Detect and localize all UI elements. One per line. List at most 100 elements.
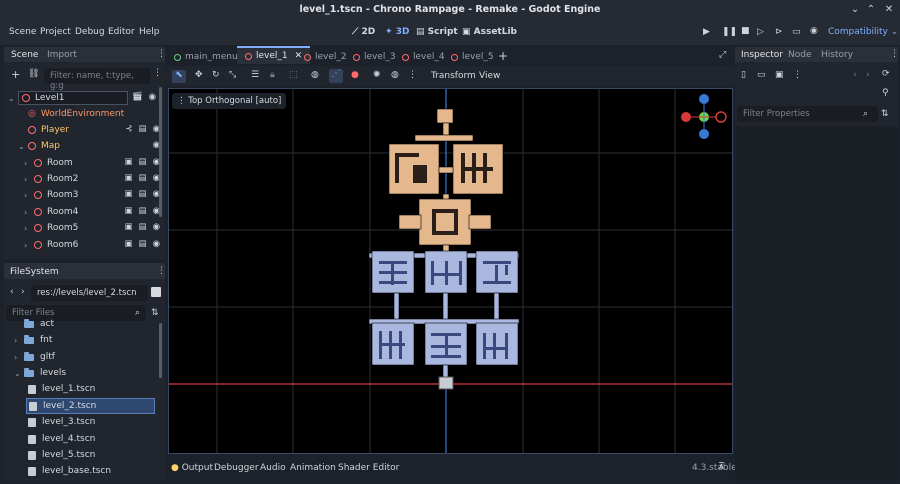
add-tab-icon[interactable]: + xyxy=(498,49,508,63)
folder-act[interactable]: act xyxy=(14,316,155,332)
clapper-icon[interactable]: ▣ xyxy=(125,222,133,232)
maximize-icon[interactable]: ⌃ xyxy=(864,3,878,17)
stop-icon[interactable]: ■ xyxy=(741,26,750,36)
workspace-script[interactable]: ▤ Script xyxy=(416,27,458,37)
3d-viewport[interactable]: ⋮ Top Orthogonal [auto] xyxy=(168,88,733,454)
select-tool-icon[interactable]: ⬉ xyxy=(172,70,186,83)
more-icon[interactable]: ⋮ xyxy=(890,49,899,59)
more-icon[interactable]: ⋮ xyxy=(157,49,166,59)
forward-icon[interactable]: › xyxy=(21,287,25,297)
remote-debug-icon[interactable]: ◉ xyxy=(810,26,818,36)
tab-level-4[interactable]: level_4 xyxy=(402,50,445,64)
object-properties-icon[interactable]: ⚲ xyxy=(882,88,889,98)
chevron-right-icon[interactable]: › xyxy=(24,241,34,250)
link-icon[interactable]: ⛓ xyxy=(28,69,39,79)
script-icon[interactable]: ▤ xyxy=(139,124,147,134)
tab-import[interactable]: Import xyxy=(47,50,77,60)
file-level-4[interactable]: level_4.tscn xyxy=(28,431,155,447)
play-scene-icon[interactable]: ▷ xyxy=(757,27,764,37)
close-icon[interactable]: ✕ xyxy=(295,51,303,61)
rename-field[interactable]: Level1 xyxy=(18,91,128,105)
file-level-3[interactable]: level_3.tscn xyxy=(28,414,155,430)
split-view-icon[interactable] xyxy=(151,287,161,297)
scene-filter-input[interactable]: Filter: name, t:type, g:g xyxy=(44,68,150,91)
lock-icon[interactable]: 🔒︎ xyxy=(270,70,275,80)
bottom-panel-expand-icon[interactable]: ⊼ xyxy=(718,462,725,472)
tab-audio[interactable]: Audio xyxy=(260,463,286,473)
workspace-3d[interactable]: ✦ 3D xyxy=(385,27,409,37)
clapper-icon[interactable]: ▣ xyxy=(125,173,133,183)
file-level-base[interactable]: level_base.tscn xyxy=(28,463,155,479)
workspace-assetlib[interactable]: ▣ AssetLib xyxy=(462,27,517,37)
tab-animation[interactable]: Animation xyxy=(290,463,336,473)
save-resource-icon[interactable]: ▣ xyxy=(775,70,784,80)
chevron-down-icon[interactable]: ⌄ xyxy=(14,369,24,378)
tree-node-room5[interactable]: › Room5 ▣ ▤ ◉ xyxy=(24,220,160,236)
preview-env-icon[interactable]: ✺ xyxy=(373,70,381,80)
menu-debug[interactable]: Debug xyxy=(75,27,105,37)
tab-output[interactable]: ● Output xyxy=(171,463,213,473)
chevron-right-icon[interactable]: › xyxy=(24,191,34,200)
eye-icon[interactable]: ◉ xyxy=(149,92,156,102)
tree-node-room[interactable]: › Room ▣ ▤ ◉ xyxy=(24,155,160,171)
tree-node-room6[interactable]: › Room6 ▣ ▤ ◉ xyxy=(24,237,160,253)
tree-node-room3[interactable]: › Room3 ▣ ▤ ◉ xyxy=(24,187,160,203)
tab-node[interactable]: Node xyxy=(788,50,812,60)
eye-icon[interactable]: ◉ xyxy=(153,222,160,232)
tab-scene[interactable]: Scene xyxy=(11,50,38,60)
folder-gltf[interactable]: › gltf xyxy=(14,349,155,365)
signal-icon[interactable]: ⊰ xyxy=(125,124,132,134)
workspace-2d[interactable]: ⟋ 2D xyxy=(352,27,375,37)
distraction-free-icon[interactable]: ⤢ xyxy=(719,50,726,60)
transform-menu[interactable]: Transform xyxy=(431,71,476,81)
more-icon[interactable]: ⋮ xyxy=(157,266,166,276)
script-icon[interactable]: ▤ xyxy=(139,239,147,249)
scrollbar[interactable] xyxy=(159,87,162,217)
chevron-right-icon[interactable]: › xyxy=(24,159,34,168)
tab-inspector[interactable]: Inspector xyxy=(741,50,783,60)
path-field[interactable]: res://levels/level_2.tscn xyxy=(31,285,148,301)
chevron-down-icon[interactable]: ⌄ xyxy=(8,94,18,103)
tab-level-2[interactable]: level_2 xyxy=(304,50,347,64)
clapper-icon[interactable]: ▣ xyxy=(125,206,133,216)
chevron-down-icon[interactable]: ⌄ xyxy=(18,142,28,151)
more-icon[interactable]: ⋮ xyxy=(153,68,162,78)
back-icon[interactable]: ‹ xyxy=(853,70,857,80)
tree-node-map[interactable]: ⌄ Map ◉ xyxy=(18,138,160,154)
chevron-right-icon[interactable]: › xyxy=(14,336,24,345)
list-select-icon[interactable]: ☰ xyxy=(251,70,259,80)
file-level-1[interactable]: level_1.tscn xyxy=(28,381,155,397)
play-icon[interactable]: ▶ xyxy=(703,27,710,37)
tab-debugger[interactable]: Debugger xyxy=(214,463,259,473)
tab-history[interactable]: History xyxy=(821,50,853,60)
renderer-select[interactable]: Compatibility ⌄ xyxy=(828,27,898,37)
orientation-gizmo[interactable] xyxy=(681,94,727,139)
chevron-right-icon[interactable]: › xyxy=(24,208,34,217)
tab-level-5[interactable]: level_5 xyxy=(451,50,494,64)
world-icon[interactable]: ◍ xyxy=(391,70,399,80)
menu-scene[interactable]: Scene xyxy=(9,27,36,37)
clapper-icon[interactable]: ▣ xyxy=(125,189,133,199)
viewport-view-menu[interactable]: ⋮ Top Orthogonal [auto] xyxy=(172,93,287,109)
new-resource-icon[interactable]: ▯ xyxy=(741,70,746,80)
file-level-5[interactable]: level_5.tscn xyxy=(28,447,155,463)
script-icon[interactable]: ▤ xyxy=(139,189,147,199)
script-icon[interactable]: ▤ xyxy=(139,206,147,216)
chevron-right-icon[interactable]: › xyxy=(14,353,24,362)
rotate-tool-icon[interactable]: ↻ xyxy=(212,70,220,80)
add-node-icon[interactable]: + xyxy=(11,68,20,81)
pause-icon[interactable]: ❚❚ xyxy=(722,27,737,37)
file-level-2[interactable]: level_2.tscn xyxy=(26,398,155,414)
minimize-icon[interactable]: ⌄ xyxy=(848,3,862,17)
inspector-filter-input[interactable]: Filter Properties xyxy=(737,106,878,122)
tab-main-menu[interactable]: main_menu xyxy=(174,50,238,64)
menu-editor[interactable]: Editor xyxy=(108,27,135,37)
clapper-icon[interactable]: ▣ xyxy=(125,157,133,167)
folder-levels[interactable]: ⌄ levels xyxy=(14,365,155,381)
local-space-icon[interactable]: ◍ xyxy=(311,70,319,80)
move-tool-icon[interactable]: ✥ xyxy=(195,70,203,80)
history-icon[interactable]: ⟳ xyxy=(882,69,890,79)
forward-icon[interactable]: › xyxy=(866,70,870,80)
clapper-icon[interactable]: 🎬︎ xyxy=(132,92,143,102)
movie-icon[interactable]: ▭ xyxy=(792,27,801,37)
